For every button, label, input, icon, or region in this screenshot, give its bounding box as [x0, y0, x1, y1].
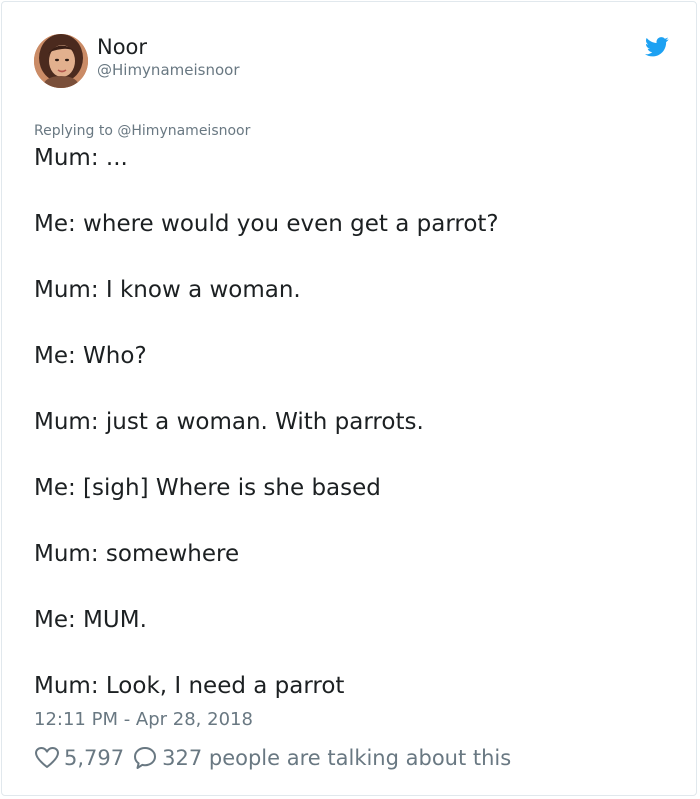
user-name[interactable]: Noor: [97, 34, 147, 60]
replying-to: Replying to @Himynameisnoor: [34, 122, 250, 140]
profile-photo: [34, 34, 88, 88]
talking-count[interactable]: 327 people are talking about this: [162, 746, 511, 770]
tweet-line: Me: MUM.: [34, 607, 147, 633]
tweet-line: Mum: just a woman. With parrots.: [34, 409, 424, 435]
tweet-line: Me: where would you even get a parrot?: [34, 211, 499, 237]
replying-prefix: Replying to: [34, 123, 113, 139]
tweet-line: Mum: ...: [34, 145, 128, 171]
tweet-timestamp-link[interactable]: 12:11 PM - Apr 28, 2018: [34, 708, 253, 732]
tweet-card: Noor @Himynameisnoor Replying to @Himyna…: [1, 1, 697, 796]
speech-bubble-icon[interactable]: [132, 745, 158, 771]
twitter-bird-icon[interactable]: [645, 37, 669, 57]
tweet-line: Mum: somewhere: [34, 541, 240, 567]
tweet-text: Mum: ... Me: where would you even get a …: [34, 142, 674, 703]
tweet-actions: 5,797 327 people are talking about this: [34, 744, 511, 772]
tweet-line: Me: Who?: [34, 343, 147, 369]
tweet-line: Mum: Look, I need a parrot: [34, 673, 345, 699]
like-count[interactable]: 5,797: [64, 746, 124, 770]
tweet-line: Me: [sigh] Where is she based: [34, 475, 381, 501]
replying-handle-link[interactable]: @Himynameisnoor: [117, 123, 250, 139]
avatar[interactable]: [34, 34, 88, 88]
user-handle[interactable]: @Himynameisnoor: [97, 60, 240, 80]
heart-icon[interactable]: [34, 745, 60, 771]
tweet-line: Mum: I know a woman.: [34, 277, 301, 303]
